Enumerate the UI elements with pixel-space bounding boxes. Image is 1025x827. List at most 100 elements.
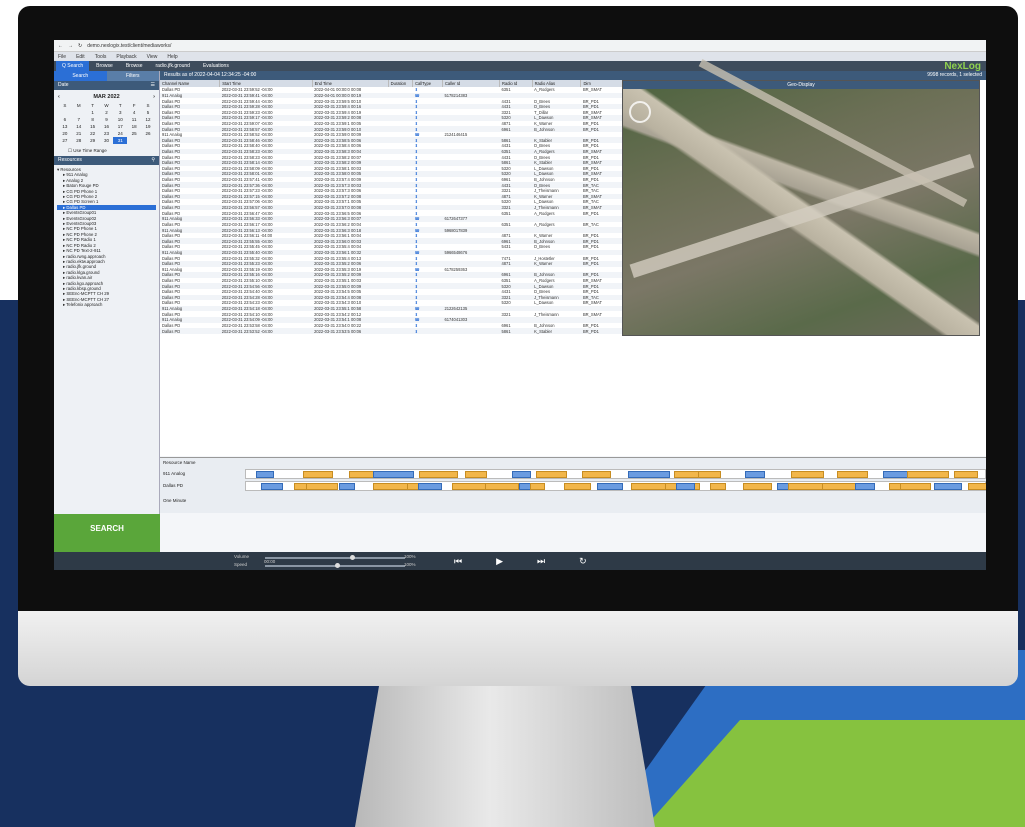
calendar-day[interactable]: 11	[127, 116, 141, 123]
satellite-map[interactable]	[623, 59, 979, 335]
column-header[interactable]: Duration	[388, 80, 414, 87]
calendar-day[interactable]: 19	[141, 123, 155, 130]
calendar-day[interactable]: 2	[100, 109, 114, 116]
column-header[interactable]: Start Time	[219, 80, 313, 87]
audio-clip[interactable]	[451, 483, 488, 490]
tab-browse[interactable]: Browse	[90, 61, 119, 71]
calendar-day[interactable]: 15	[86, 123, 100, 130]
calendar-day[interactable]: 10	[113, 116, 127, 123]
audio-clip[interactable]	[597, 483, 623, 490]
calendar-day[interactable]: 7	[72, 116, 86, 123]
calendar-day[interactable]	[141, 137, 155, 144]
audio-clip[interactable]	[465, 471, 487, 478]
audio-clip[interactable]	[855, 483, 876, 490]
audio-clip[interactable]	[418, 483, 442, 490]
prev-month-icon[interactable]: ‹	[58, 94, 60, 100]
audio-clip[interactable]	[305, 483, 339, 490]
menu-playback[interactable]: Playback	[116, 54, 136, 60]
calendar-day[interactable]: 12	[141, 116, 155, 123]
calendar-day[interactable]: 1	[86, 109, 100, 116]
audio-clip[interactable]	[837, 471, 869, 478]
calendar-day[interactable]: 17	[113, 123, 127, 130]
time-range-checkbox[interactable]: ☐ Use Time Range	[54, 148, 159, 154]
calendar-day[interactable]: 16	[100, 123, 114, 130]
calendar-day[interactable]: 22	[86, 130, 100, 137]
audio-clip[interactable]	[676, 483, 695, 490]
menu-file[interactable]: File	[58, 54, 66, 60]
menu-edit[interactable]: Edit	[76, 54, 85, 60]
audio-clip[interactable]	[372, 471, 414, 478]
calendar-day[interactable]: 20	[58, 130, 72, 137]
calendar-day[interactable]: 27	[58, 137, 72, 144]
audio-clip[interactable]	[563, 483, 592, 490]
zoom-select[interactable]: One Minute	[160, 498, 240, 503]
audio-clip[interactable]	[821, 483, 859, 490]
column-header[interactable]: Dirn	[580, 80, 628, 87]
audio-clip[interactable]	[419, 471, 458, 478]
column-header[interactable]: Radio Id	[499, 80, 533, 87]
sidebar-tab-filters[interactable]: Filters	[106, 71, 159, 81]
next-month-icon[interactable]: ›	[153, 94, 155, 100]
forward-icon[interactable]: →	[68, 43, 73, 49]
audio-clip[interactable]	[934, 483, 963, 490]
audio-clip[interactable]	[698, 471, 722, 478]
calendar-day[interactable]: 28	[72, 137, 86, 144]
column-header[interactable]: CallType	[412, 80, 443, 87]
url-field[interactable]: demo.nexlogix.test/client/mediaworks/	[87, 43, 171, 49]
back-icon[interactable]: ←	[58, 43, 63, 49]
calendar-day[interactable]: 6	[58, 116, 72, 123]
column-header[interactable]: Caller Id	[442, 80, 500, 87]
column-header[interactable]: Channel Name	[160, 80, 221, 87]
calendar-day[interactable]: 24	[113, 130, 127, 137]
tab-evaluations[interactable]: Evaluations	[197, 61, 235, 71]
calendar-day[interactable]: 23	[100, 130, 114, 137]
calendar-day[interactable]: 8	[86, 116, 100, 123]
audio-clip[interactable]	[339, 483, 355, 490]
calendar-day[interactable]: 4	[127, 109, 141, 116]
menu-view[interactable]: View	[147, 54, 158, 60]
audio-clip[interactable]	[631, 483, 669, 490]
audio-clip[interactable]	[256, 471, 275, 478]
timeline-track-dallas[interactable]	[245, 481, 986, 491]
reload-icon[interactable]: ↻	[78, 43, 82, 49]
audio-clip[interactable]	[302, 471, 333, 478]
audio-clip[interactable]	[953, 471, 978, 478]
calendar-day[interactable]: 13	[58, 123, 72, 130]
tab-browse-2[interactable]: Browse	[120, 61, 149, 71]
search-button[interactable]: SEARCH	[54, 514, 160, 552]
skip-forward-icon[interactable]: ⏭	[537, 556, 545, 567]
audio-clip[interactable]	[530, 483, 545, 490]
calendar-day[interactable]: 9	[100, 116, 114, 123]
audio-clip[interactable]	[900, 483, 931, 490]
sidebar-tab-search[interactable]: Search	[54, 71, 107, 81]
audio-clip[interactable]	[743, 483, 773, 490]
audio-clip[interactable]	[907, 471, 949, 478]
audio-clip[interactable]	[511, 471, 531, 478]
audio-clip[interactable]	[967, 483, 986, 490]
calendar-day[interactable]	[58, 109, 72, 116]
column-header[interactable]: End Time	[312, 80, 389, 87]
audio-clip[interactable]	[790, 471, 825, 478]
resource-item[interactable]: ▸ Telefonix approach	[57, 302, 156, 307]
tab-search[interactable]: Q Search	[56, 61, 90, 71]
filter-icon[interactable]: ⚲	[151, 156, 155, 165]
play-icon[interactable]: ▶	[496, 556, 503, 567]
timeline-track-911[interactable]	[245, 469, 986, 479]
audio-clip[interactable]	[535, 471, 568, 478]
map-pan-control-icon[interactable]	[629, 101, 651, 123]
volume-slider[interactable]	[265, 555, 405, 560]
menu-tools[interactable]: Tools	[95, 54, 107, 60]
tab-radio[interactable]: radio.jfk.ground	[150, 61, 196, 71]
calendar-day[interactable]: 3	[113, 109, 127, 116]
settings-icon[interactable]: ☰	[151, 81, 155, 90]
calendar-day[interactable]: 26	[141, 130, 155, 137]
audio-clip[interactable]	[581, 471, 612, 478]
menu-help[interactable]: Help	[167, 54, 177, 60]
calendar-day[interactable]: 5	[141, 109, 155, 116]
calendar-day[interactable]: 30	[100, 137, 114, 144]
calendar-day[interactable]: 21	[72, 130, 86, 137]
audio-clip[interactable]	[485, 483, 520, 490]
calendar-day[interactable]: 14	[72, 123, 86, 130]
skip-back-icon[interactable]: ⏮	[454, 556, 462, 567]
loop-icon[interactable]: ↻	[579, 556, 587, 567]
